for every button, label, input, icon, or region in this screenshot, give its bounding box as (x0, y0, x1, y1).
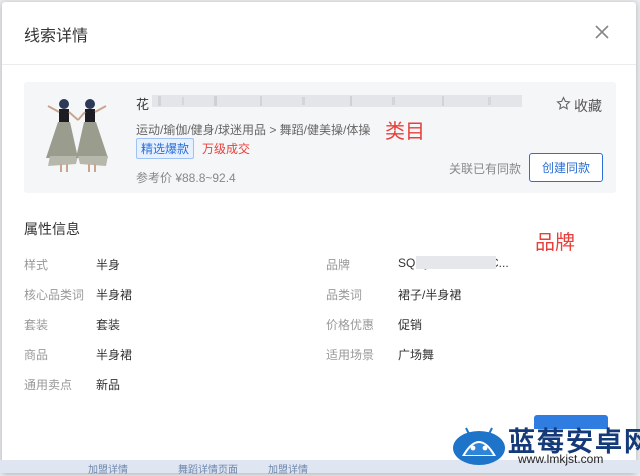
product-card: 花 收藏 运动/瑜伽/健身/球迷用品 > 舞蹈/健美操/体操 精选爆款 万级成交… (24, 82, 616, 193)
attr-label-brand: 品牌 (326, 258, 351, 272)
category-path: 运动/瑜伽/健身/球迷用品 > 舞蹈/健美操/体操 (136, 123, 371, 137)
redacted-brand-mask (416, 255, 496, 270)
attr-value-item: 半身裙 (96, 348, 133, 362)
favorite-label: 收藏 (574, 98, 602, 114)
attr-label-set: 套装 (24, 318, 49, 332)
strip-text-3: 加盟详情 (268, 465, 308, 476)
strip-text-2: 舞蹈详情页面 (178, 465, 238, 476)
create-same-button[interactable]: 创建同款 (529, 153, 603, 182)
reference-price: 参考价 ¥88.8~92.4 (136, 171, 236, 185)
favorite-button[interactable]: 收藏 (556, 96, 602, 116)
hot-selection-badge: 精选爆款 (136, 138, 195, 159)
star-icon (556, 96, 571, 116)
attributes-section-title: 属性信息 (24, 221, 80, 237)
badge-row: 精选爆款 万级成交 (136, 138, 250, 159)
attr-label-core-category: 核心品类词 (24, 288, 85, 302)
close-icon[interactable] (592, 22, 612, 42)
attr-label-scene: 适用场景 (326, 348, 375, 362)
attr-value-price-discount: 促销 (398, 318, 423, 332)
header-divider (2, 64, 636, 65)
lead-details-dialog: 线索详情 花 收藏 运动/瑜伽/健身/球迷用品 > 舞蹈/健美操/体操 精选爆款… (2, 2, 636, 473)
attr-label-price-discount: 价格优惠 (326, 318, 375, 332)
brand-annotation: 品牌 (535, 232, 575, 254)
site-watermark: 蓝莓安卓网 www.lmkjst.com (452, 418, 640, 473)
attr-value-category-word: 裙子/半身裙 (398, 288, 462, 302)
attr-value-scene: 广场舞 (398, 348, 435, 362)
watermark-url: www.lmkjst.com (518, 452, 604, 466)
linked-same-product: 关联已有同款 (449, 162, 522, 176)
attr-value-core-category: 半身裙 (96, 288, 133, 302)
attr-value-set: 套装 (96, 318, 121, 332)
attr-value-selling-point: 新品 (96, 378, 121, 392)
category-annotation: 类目 (385, 121, 425, 143)
redacted-title-mask (152, 92, 522, 110)
sales-level-badge: 万级成交 (202, 142, 251, 156)
attr-label-selling-point: 通用卖点 (24, 378, 73, 392)
product-image[interactable] (38, 94, 116, 174)
strip-text-1: 加盟详情 (88, 465, 128, 476)
attr-value-style: 半身 (96, 258, 121, 272)
attr-label-style: 样式 (24, 258, 49, 272)
attr-label-item: 商品 (24, 348, 49, 362)
android-logo-icon (452, 422, 506, 466)
attr-label-category-word: 品类词 (326, 288, 363, 302)
dialog-title: 线索详情 (24, 28, 89, 45)
product-title[interactable]: 花 (136, 94, 149, 113)
